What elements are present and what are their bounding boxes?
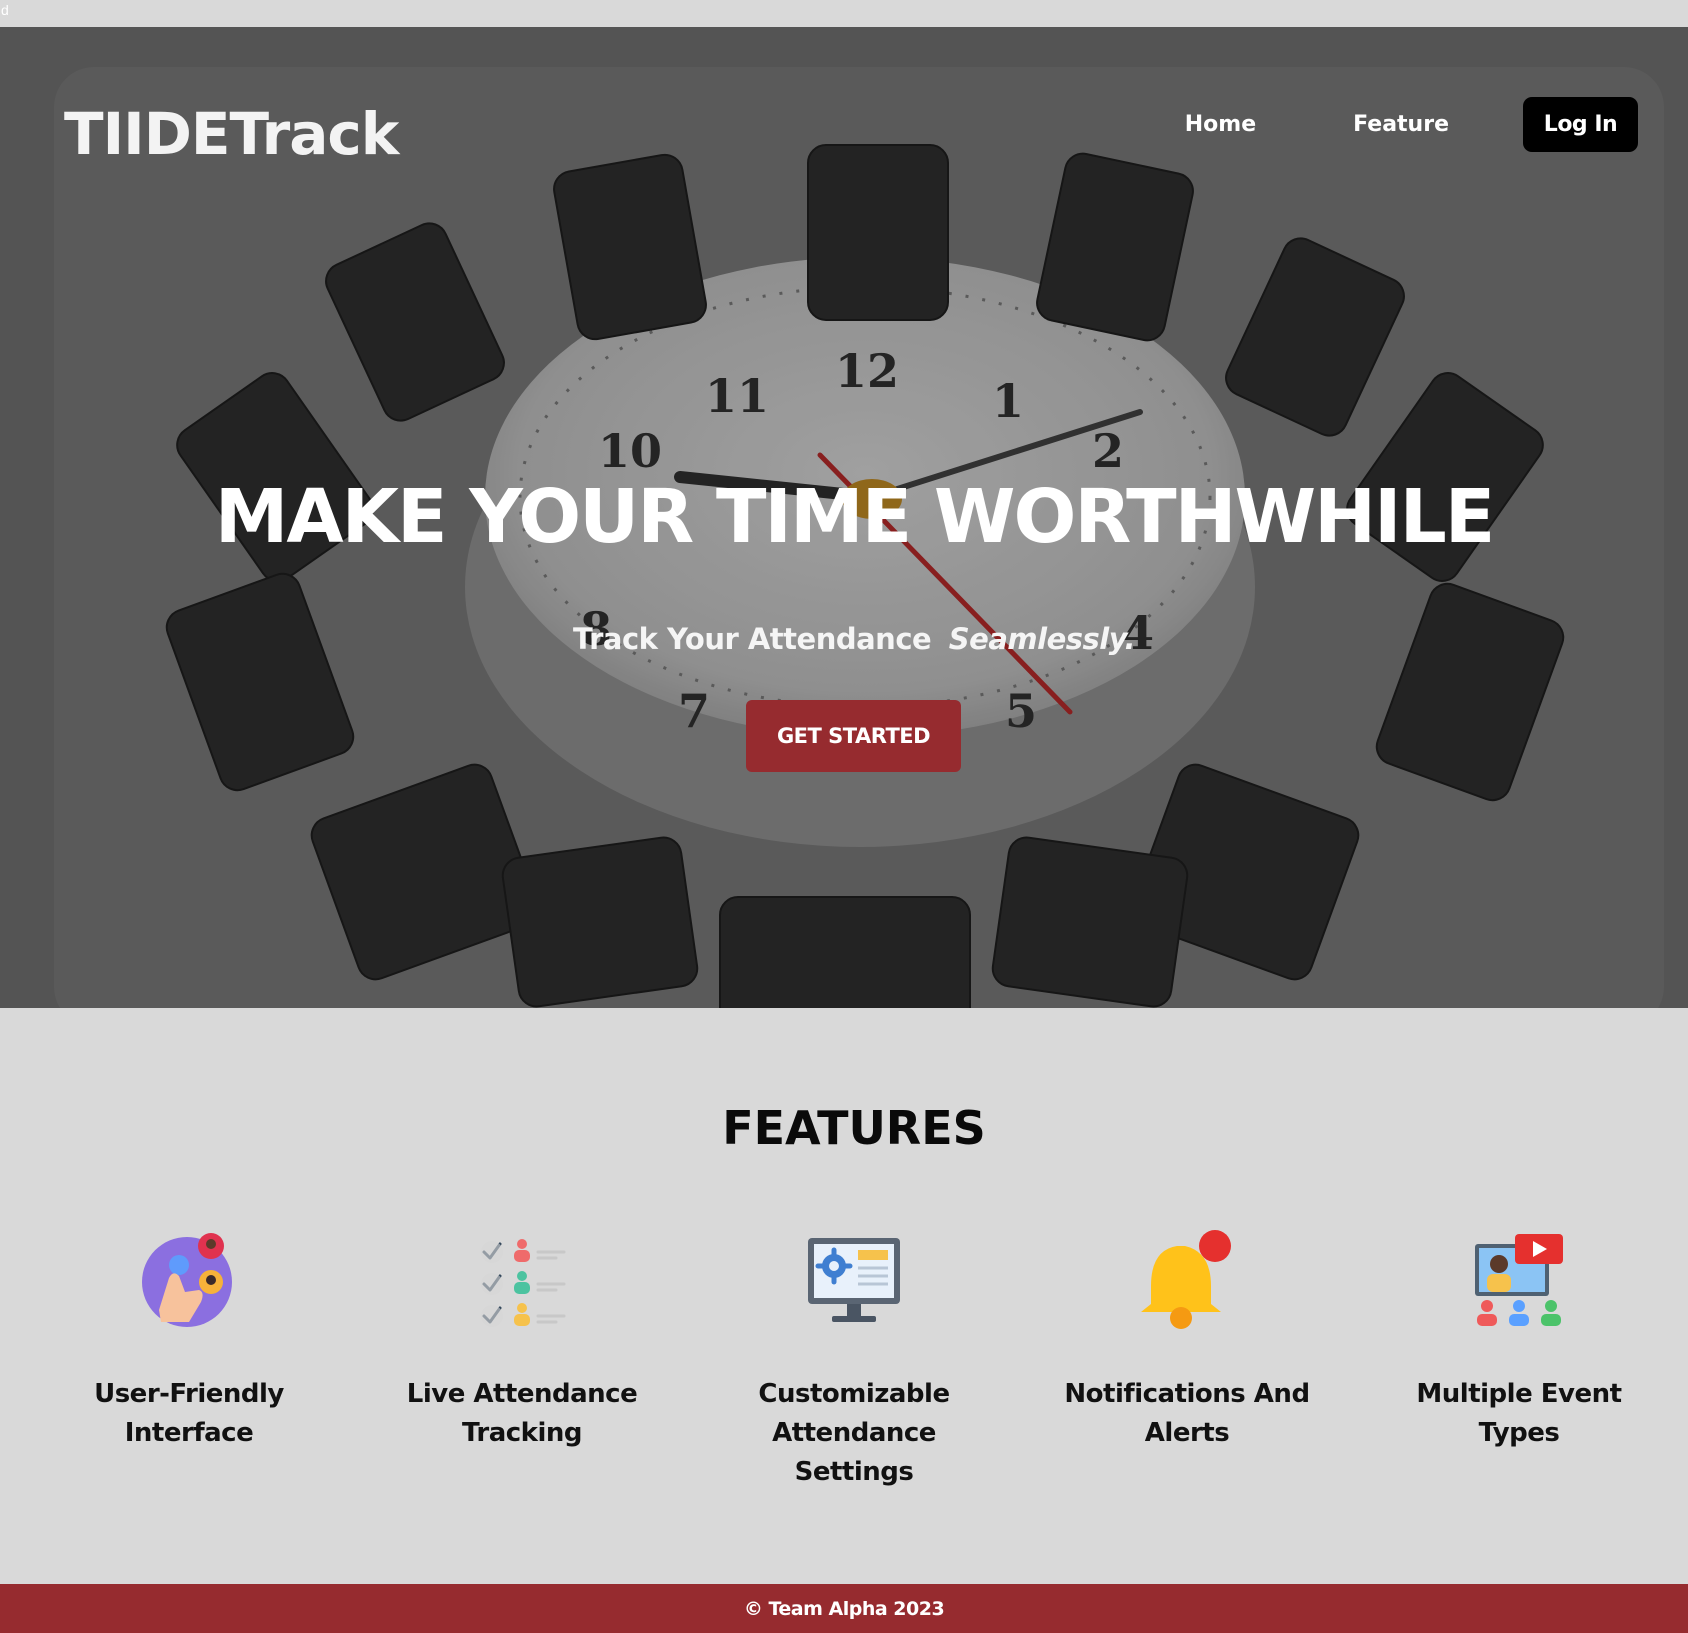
hero-headline: MAKE YOUR TIME WORTHWHILE — [214, 474, 1496, 560]
feature-label: User-Friendly Interface — [94, 1379, 284, 1448]
feature-label: Notifications And Alerts — [1064, 1379, 1310, 1448]
browser-top-strip — [0, 0, 1688, 27]
feature-card-live-tracking: Live Attendance Tracking — [382, 1230, 662, 1453]
get-started-button[interactable]: GET STARTED — [746, 700, 961, 772]
brand-logo[interactable]: TIIDETrack — [64, 100, 399, 168]
feature-label: Live Attendance Tracking — [406, 1379, 638, 1448]
user-friendly-icon — [142, 1233, 232, 1327]
monitor-settings-icon — [808, 1238, 900, 1322]
top-nav: Home Feature Log In — [1185, 97, 1638, 152]
feature-card-user-friendly: User-Friendly Interface — [49, 1230, 329, 1453]
login-button[interactable]: Log In — [1523, 97, 1638, 152]
feature-card-event-types: Multiple Event Types — [1379, 1230, 1659, 1453]
footer-copyright: © Team Alpha 2023 — [743, 1597, 945, 1620]
hero-subline: Track Your Attendance Seamlessly. — [0, 622, 1688, 656]
footer: © Team Alpha 2023 — [0, 1584, 1688, 1633]
feature-card-customizable: Customizable Attendance Settings — [714, 1230, 994, 1492]
feature-card-notifications: Notifications And Alerts — [1047, 1230, 1327, 1453]
hero-subline-emphasis: Seamlessly. — [948, 622, 1136, 656]
hero-section: 12 1 2 4 5 7 8 10 11 TIIDETrack Home Fea… — [0, 27, 1688, 1008]
stray-text: d — [1, 2, 9, 18]
bell-icon — [1141, 1230, 1231, 1329]
hero-subline-text: Track Your Attendance — [573, 622, 932, 656]
nav-home-link[interactable]: Home — [1185, 112, 1256, 137]
checklist-icon — [481, 1239, 566, 1327]
feature-label: Customizable Attendance Settings — [758, 1379, 950, 1487]
features-title: FEATURES — [722, 1101, 986, 1155]
nav-feature-link[interactable]: Feature — [1353, 112, 1449, 137]
feature-label: Multiple Event Types — [1416, 1379, 1622, 1448]
video-event-icon — [1475, 1234, 1563, 1326]
